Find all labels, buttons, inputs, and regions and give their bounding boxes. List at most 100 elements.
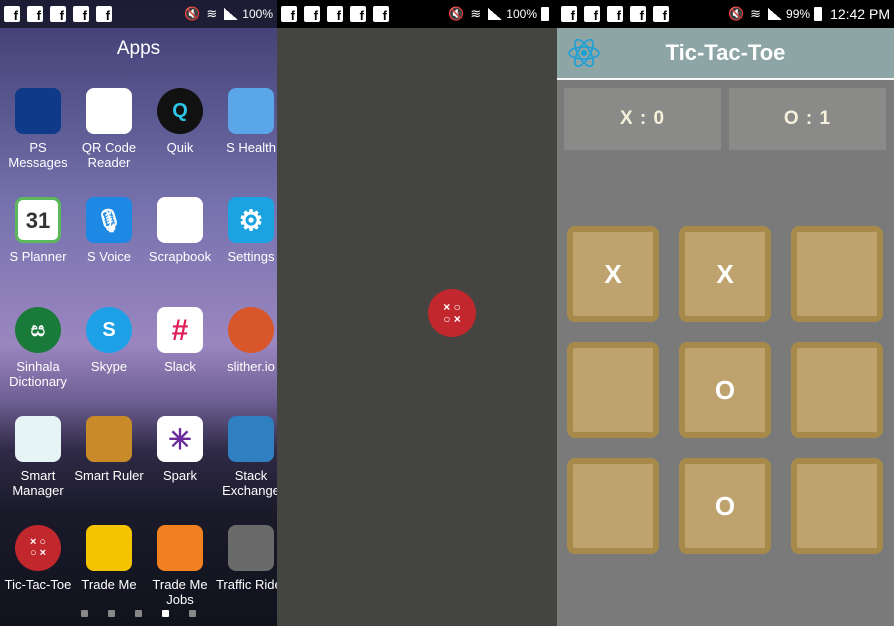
- wifi-icon: ≋: [470, 6, 482, 21]
- app-label: Smart Ruler: [74, 468, 144, 483]
- tic-tac-toe-icon: × ○ ○ ×: [15, 525, 61, 571]
- app-label: S Planner: [9, 249, 67, 264]
- app-label: Sinhala Dictionary: [9, 359, 67, 389]
- stack-exchange-icon: [228, 416, 274, 462]
- app-quik[interactable]: Q Quik: [144, 88, 216, 155]
- app-tic-tac-toe[interactable]: × ○ ○ × Tic-Tac-Toe: [2, 525, 74, 592]
- app-s-planner[interactable]: 31 S Planner: [2, 197, 74, 264]
- apps-title: Apps: [116, 38, 161, 59]
- spark-icon: ✳: [157, 416, 203, 462]
- mute-icon: 🔇: [727, 6, 745, 21]
- game-screen: f f f f f 🔇 ≋ 99% 12:42 PM Tic-Tac-Toe X…: [557, 0, 894, 626]
- board-cell[interactable]: [567, 458, 659, 554]
- slack-icon: #: [157, 307, 203, 353]
- app-s-health[interactable]: S Health: [215, 88, 277, 155]
- app-spark[interactable]: ✳ Spark: [144, 416, 216, 483]
- smart-manager-icon: [15, 416, 61, 462]
- quik-icon: Q: [157, 88, 203, 134]
- ps-messages-icon: [15, 88, 61, 134]
- facebook-notification-icon: f: [350, 6, 366, 22]
- app-label: Smart Manager: [12, 468, 64, 498]
- app-trade-me-jobs[interactable]: Trade Me Jobs: [144, 525, 216, 607]
- facebook-notification-icon: f: [27, 6, 43, 22]
- app-label: slither.io: [227, 359, 275, 374]
- app-label: Traffic Rider: [215, 577, 277, 592]
- page-dot[interactable]: [162, 610, 169, 617]
- app-scrapbook[interactable]: Scrapbook: [144, 197, 216, 264]
- page-title: Tic-Tac-Toe: [665, 40, 786, 65]
- board-cell[interactable]: [791, 458, 883, 554]
- app-label: Spark: [163, 468, 197, 483]
- app-ps-messages[interactable]: PS Messages: [2, 88, 74, 170]
- app-settings[interactable]: ⚙ Settings: [215, 197, 277, 264]
- game-body: X : 0 O : 1 XXOO: [557, 80, 894, 626]
- board-cell[interactable]: O: [679, 458, 771, 554]
- app-qr-code-reader[interactable]: QR Code Reader: [73, 88, 145, 170]
- board-cell[interactable]: [567, 342, 659, 438]
- page-dot[interactable]: [189, 610, 196, 617]
- ruler-icon: [86, 416, 132, 462]
- app-label: PS Messages: [8, 140, 68, 170]
- app-label: Settings: [227, 249, 275, 264]
- app-s-voice[interactable]: 🎙 S Voice: [73, 197, 145, 264]
- page-dot[interactable]: [108, 610, 115, 617]
- signal-icon: [768, 8, 783, 20]
- board-cell[interactable]: [791, 342, 883, 438]
- facebook-notification-icon: f: [50, 6, 66, 22]
- launcher-screen: f f f f f 🔇 ≋ 100% Apps PS Messages QR Co…: [0, 0, 277, 626]
- tic-tac-toe-logo-icon: × ○ ○ ×: [428, 289, 476, 337]
- app-label: Skype: [90, 359, 128, 374]
- app-bar: Tic-Tac-Toe: [557, 28, 894, 78]
- app-label: Scrapbook: [148, 249, 212, 264]
- facebook-notification-icon: f: [96, 6, 112, 22]
- page-dot[interactable]: [135, 610, 142, 617]
- app-stack-exchange[interactable]: Stack Exchange: [215, 416, 277, 498]
- slither-icon: [228, 307, 274, 353]
- board-cell[interactable]: [791, 226, 883, 322]
- app-smart-ruler[interactable]: Smart Ruler: [73, 416, 145, 483]
- scrapbook-icon: [157, 197, 203, 243]
- wifi-icon: ≋: [206, 6, 218, 21]
- splash-screen: f f f f f 🔇 ≋ 100% × ○ ○ ×: [277, 0, 557, 626]
- app-label: QR Code Reader: [81, 140, 137, 170]
- app-skype[interactable]: S Skype: [73, 307, 145, 374]
- battery-percent: 99%: [786, 7, 811, 21]
- app-trade-me[interactable]: Trade Me: [73, 525, 145, 592]
- app-smart-manager[interactable]: Smart Manager: [2, 416, 74, 498]
- facebook-notification-icon: f: [73, 6, 89, 22]
- s-health-icon: [228, 88, 274, 134]
- board-cell[interactable]: X: [567, 226, 659, 322]
- app-sinhala-dictionary[interactable]: ස Sinhala Dictionary: [2, 307, 74, 389]
- skype-icon: S: [86, 307, 132, 353]
- status-bar: f f f f f 🔇 ≋ 99% 12:42 PM: [557, 0, 894, 28]
- battery-icon: [541, 7, 549, 21]
- gear-icon: ⚙: [228, 197, 274, 243]
- signal-icon: [488, 8, 503, 20]
- app-label: Stack Exchange: [222, 468, 277, 498]
- status-bar: f f f f f 🔇 ≋ 100%: [277, 0, 557, 28]
- board-cell[interactable]: X: [679, 226, 771, 322]
- sinhala-dictionary-icon: ස: [15, 307, 61, 353]
- wifi-icon: ≋: [750, 6, 762, 21]
- app-label: Trade Me Jobs: [152, 577, 208, 607]
- microphone-icon: 🎙: [86, 197, 132, 243]
- battery-percent: 100%: [242, 7, 273, 21]
- facebook-notification-icon: f: [653, 6, 669, 22]
- app-slither-io[interactable]: slither.io: [215, 307, 277, 374]
- facebook-notification-icon: f: [607, 6, 623, 22]
- board-cell[interactable]: O: [679, 342, 771, 438]
- app-label: Tic-Tac-Toe: [4, 577, 72, 592]
- mute-icon: 🔇: [448, 6, 465, 21]
- mute-icon: 🔇: [184, 6, 201, 21]
- score-x: X : 0: [564, 88, 721, 150]
- app-traffic-rider[interactable]: Traffic Rider: [215, 525, 277, 592]
- facebook-notification-icon: f: [373, 6, 389, 22]
- facebook-notification-icon: f: [281, 6, 297, 22]
- status-bar: f f f f f 🔇 ≋ 100%: [0, 0, 277, 28]
- app-label: Slack: [164, 359, 196, 374]
- battery-icon: [814, 7, 823, 21]
- page-indicator: [0, 604, 277, 622]
- page-dot[interactable]: [81, 610, 88, 617]
- app-slack[interactable]: # Slack: [144, 307, 216, 374]
- facebook-notification-icon: f: [584, 6, 600, 22]
